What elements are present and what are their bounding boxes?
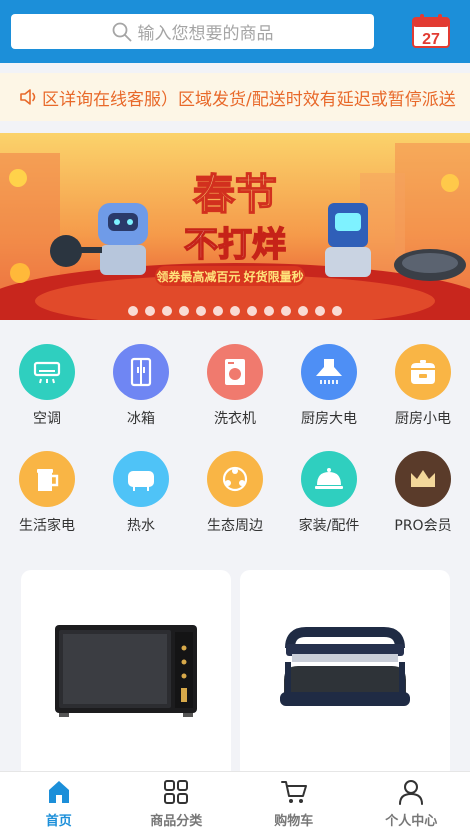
category-label: 家装/配件 bbox=[298, 518, 360, 534]
category-label: PRO会员 bbox=[394, 518, 452, 534]
banner-title-line1: 春节 bbox=[193, 171, 277, 218]
category-item[interactable]: 热水 bbox=[94, 451, 188, 535]
category-item[interactable]: 冰箱 bbox=[94, 344, 188, 428]
category-label: 冰箱 bbox=[127, 411, 155, 427]
calendar-day: 27 bbox=[422, 31, 440, 48]
kettle-icon bbox=[19, 451, 75, 507]
category-label: 生态周边 bbox=[207, 518, 263, 534]
category-icon bbox=[164, 779, 189, 804]
category-label: 热水 bbox=[127, 518, 155, 534]
cloche-icon bbox=[301, 451, 357, 507]
banner-dot[interactable] bbox=[315, 306, 325, 316]
banner-dot[interactable] bbox=[213, 306, 223, 316]
banner-dot[interactable] bbox=[128, 306, 138, 316]
banner-dot[interactable] bbox=[162, 306, 172, 316]
category-item[interactable]: 生态周边 bbox=[188, 451, 282, 535]
category-label: 洗衣机 bbox=[214, 411, 256, 427]
banner-dot[interactable] bbox=[332, 306, 342, 316]
home-icon bbox=[48, 780, 69, 803]
category-item[interactable]: 厨房大电 bbox=[282, 344, 376, 428]
air-conditioner-icon bbox=[19, 344, 75, 400]
tab-profile[interactable]: 个人中心 bbox=[353, 772, 470, 834]
user-icon bbox=[399, 779, 424, 805]
notice-text: 区详询在线客服）区域发货/配送时效有延迟或暂停派送 bbox=[42, 89, 456, 110]
microwave-image bbox=[55, 625, 197, 717]
ecology-icon bbox=[207, 451, 263, 507]
category-item[interactable]: 厨房小电 bbox=[376, 344, 470, 428]
category-label: 厨房大电 bbox=[301, 411, 357, 427]
water-heater-icon bbox=[113, 451, 169, 507]
category-item[interactable]: 空调 bbox=[0, 344, 94, 428]
product-card-microwave[interactable] bbox=[21, 570, 231, 780]
product-card-grill[interactable] bbox=[240, 570, 450, 780]
cart-icon bbox=[280, 780, 307, 803]
category-label: 空调 bbox=[33, 411, 61, 427]
tab-home-label: 首页 bbox=[45, 813, 72, 829]
rice-cooker-icon bbox=[395, 344, 451, 400]
grill-image bbox=[280, 627, 410, 706]
tab-category-label: 商品分类 bbox=[150, 813, 203, 829]
tab-cart-label: 购物车 bbox=[274, 813, 314, 829]
banner-dot[interactable] bbox=[196, 306, 206, 316]
banner-dot[interactable] bbox=[298, 306, 308, 316]
search-input[interactable]: 输入您想要的商品 bbox=[11, 14, 374, 49]
tab-cart[interactable]: 购物车 bbox=[235, 772, 353, 834]
bottom-tabbar: 首页 商品分类 购物车 个人中心 bbox=[0, 771, 470, 834]
category-item[interactable]: PRO会员 bbox=[376, 451, 470, 535]
banner-dot[interactable] bbox=[264, 306, 274, 316]
washing-machine-icon bbox=[207, 344, 263, 400]
tab-home[interactable]: 首页 bbox=[0, 772, 118, 834]
speaker-icon bbox=[20, 89, 36, 105]
crown-icon bbox=[395, 451, 451, 507]
calendar-icon[interactable]: 27 bbox=[412, 14, 450, 48]
category-item[interactable]: 洗衣机 bbox=[188, 344, 282, 428]
banner-dot[interactable] bbox=[230, 306, 240, 316]
top-header: 输入您想要的商品 27 bbox=[0, 0, 470, 63]
search-placeholder: 输入您想要的商品 bbox=[137, 24, 274, 44]
tab-category[interactable]: 商品分类 bbox=[118, 772, 236, 834]
notice-bar[interactable]: 区详询在线客服）区域发货/配送时效有延迟或暂停派送 bbox=[0, 73, 470, 121]
banner-dot[interactable] bbox=[179, 306, 189, 316]
category-label: 生活家电 bbox=[19, 518, 75, 534]
tab-profile-label: 个人中心 bbox=[385, 813, 438, 829]
category-item[interactable]: 生活家电 bbox=[0, 451, 94, 535]
promo-banner[interactable]: 春节 不打烊 领券最高减百元 好货限量秒 bbox=[0, 133, 470, 320]
fridge-icon bbox=[113, 344, 169, 400]
category-item[interactable]: 家装/配件 bbox=[282, 451, 376, 535]
range-hood-icon bbox=[301, 344, 357, 400]
search-icon bbox=[112, 22, 131, 41]
banner-dot[interactable] bbox=[281, 306, 291, 316]
banner-image: 春节 不打烊 领券最高减百元 好货限量秒 bbox=[0, 133, 470, 320]
banner-dot[interactable] bbox=[247, 306, 257, 316]
banner-pagination[interactable] bbox=[0, 306, 470, 316]
banner-dot[interactable] bbox=[145, 306, 155, 316]
category-label: 厨房小电 bbox=[395, 411, 451, 427]
banner-title-line2: 不打烊 bbox=[184, 226, 286, 264]
banner-subtitle: 领券最高减百元 好货限量秒 bbox=[156, 269, 303, 284]
